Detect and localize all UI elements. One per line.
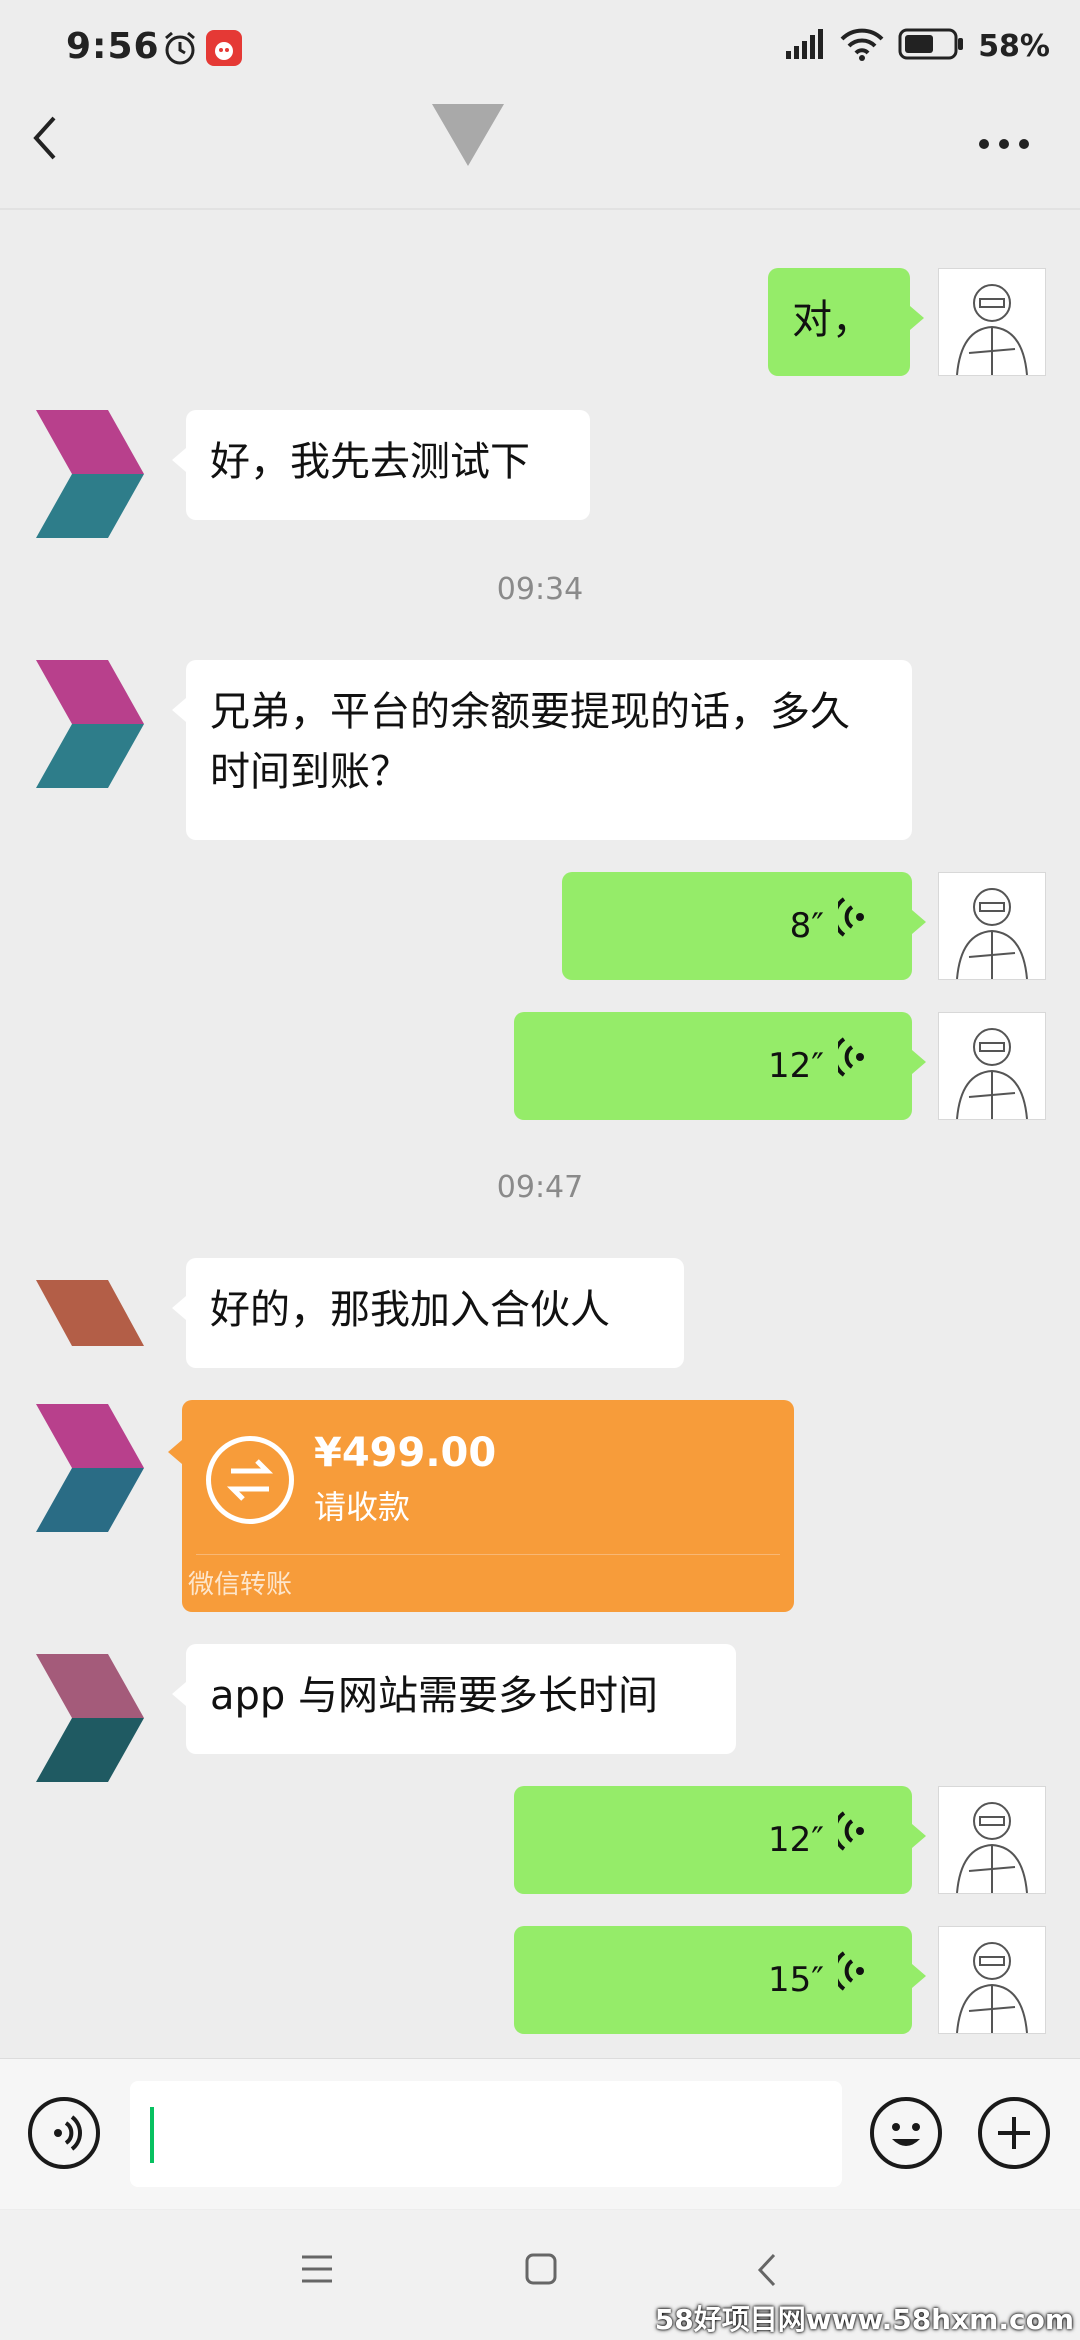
message-text: app 与网站需要多长时间: [210, 1673, 659, 1719]
voice-message[interactable]: 12″: [514, 1012, 926, 1120]
avatar-self[interactable]: [938, 1786, 1046, 1894]
message-bubble-received[interactable]: app 与网站需要多长时间: [172, 1644, 736, 1754]
bubble-tail: [912, 1824, 926, 1848]
voice-wave-icon: [832, 1950, 868, 2010]
message-bubble-received[interactable]: 好的，那我加入合伙人: [172, 1258, 684, 1368]
status-time: 9:56: [66, 26, 160, 67]
alarm-icon: [162, 30, 198, 70]
timestamp: 09:34: [496, 572, 584, 607]
bubble-tail: [912, 1050, 926, 1074]
home-nav-button[interactable]: [524, 2252, 558, 2290]
bubble-tail: [168, 1440, 182, 1464]
signal-icon: [786, 29, 826, 63]
voice-duration: 8″: [789, 906, 824, 946]
transfer-footer: 微信转账: [188, 1570, 293, 1600]
voice-wave-icon: [832, 896, 868, 956]
avatar-self[interactable]: [938, 268, 1046, 376]
header-divider: [0, 208, 1080, 210]
bubble-tail: [910, 306, 924, 330]
avatar-contact[interactable]: [36, 410, 144, 538]
message-input[interactable]: [130, 2081, 842, 2187]
bubble-tail: [912, 1964, 926, 1988]
message-text: 对，: [792, 297, 872, 343]
chat-title-redaction: [432, 104, 504, 170]
timestamp: 09:47: [496, 1170, 584, 1205]
avatar-contact[interactable]: [36, 660, 144, 788]
input-bar: [0, 2058, 1080, 2209]
voice-input-button[interactable]: [28, 2097, 100, 2169]
divider: [196, 1554, 780, 1555]
message-text: 好，我先去测试下: [210, 439, 530, 485]
message-bubble-received[interactable]: 好，我先去测试下: [172, 410, 590, 520]
message-bubble-received[interactable]: 兄弟，平台的余额要提现的话，多久时间到账？: [172, 660, 912, 840]
voice-duration: 15″: [768, 1960, 824, 2000]
avatar-self[interactable]: [938, 1012, 1046, 1120]
voice-wave-icon: [832, 1036, 868, 1096]
avatar-self[interactable]: [938, 872, 1046, 980]
status-right: 58%: [786, 24, 1050, 68]
watermark: 58好项目网www.58hxm.com: [654, 2303, 1074, 2336]
app-notification-icon: [206, 30, 242, 66]
transfer-status: 请收款: [314, 1488, 411, 1526]
bubble-tail: [172, 1682, 186, 1706]
message-text: 兄弟，平台的余额要提现的话，多久时间到账？: [210, 689, 850, 795]
emoji-button[interactable]: [870, 2097, 942, 2169]
back-nav-button[interactable]: [756, 2252, 778, 2292]
bubble-tail: [172, 448, 186, 472]
text-caret: [150, 2107, 154, 2163]
transfer-icon: [206, 1436, 294, 1524]
bubble-tail: [912, 910, 926, 934]
menu-nav-button[interactable]: [300, 2254, 334, 2288]
transfer-card[interactable]: ¥499.00 请收款 微信转账: [168, 1400, 794, 1612]
back-button[interactable]: [30, 114, 60, 166]
voice-duration: 12″: [768, 1046, 824, 1086]
bubble-tail: [172, 698, 186, 722]
plus-button[interactable]: [978, 2097, 1050, 2169]
more-options-button[interactable]: [978, 136, 1030, 155]
transfer-amount: ¥499.00: [314, 1430, 497, 1476]
message-bubble-sent[interactable]: 对，: [768, 268, 924, 376]
avatar-self[interactable]: [938, 1926, 1046, 2034]
voice-duration: 12″: [768, 1820, 824, 1860]
avatar-contact[interactable]: [36, 1654, 144, 1782]
bubble-tail: [172, 1296, 186, 1320]
voice-message[interactable]: 15″: [514, 1926, 926, 2034]
avatar-contact[interactable]: [36, 1260, 144, 1346]
battery-icon: [898, 28, 964, 64]
wifi-icon: [840, 27, 884, 65]
battery-percent: 58%: [978, 28, 1050, 64]
voice-wave-icon: [832, 1810, 868, 1870]
avatar-contact[interactable]: [36, 1404, 144, 1532]
message-text: 好的，那我加入合伙人: [210, 1287, 610, 1333]
voice-message[interactable]: 8″: [562, 872, 926, 980]
voice-message[interactable]: 12″: [514, 1786, 926, 1894]
